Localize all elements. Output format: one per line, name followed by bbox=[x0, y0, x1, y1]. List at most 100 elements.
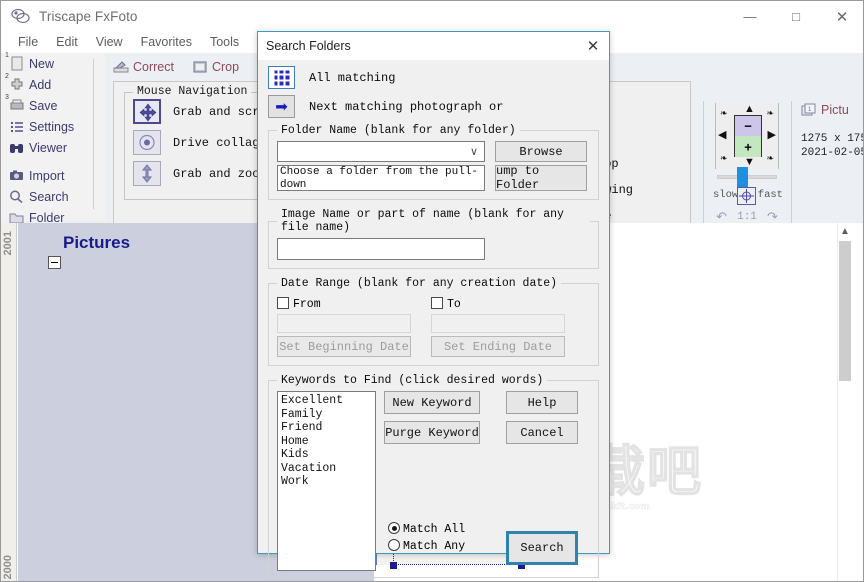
title-bar: Triscape FxFoto — □ ✕ bbox=[1, 1, 863, 32]
sidebar-item-viewer[interactable]: Viewer bbox=[1, 137, 105, 158]
picture-panel-label: Pictu bbox=[821, 103, 849, 117]
speed-slow-label: slow bbox=[713, 189, 739, 201]
window-controls: — □ ✕ bbox=[727, 1, 863, 32]
sidebar-item-save[interactable]: 3 Save bbox=[1, 94, 105, 116]
search-button[interactable]: Search bbox=[506, 531, 578, 565]
match-all-radio[interactable] bbox=[388, 522, 400, 534]
grid-icon[interactable] bbox=[268, 66, 295, 89]
keyword-item[interactable]: Friend bbox=[281, 421, 372, 435]
one-to-one-icon[interactable]: 1:1 bbox=[737, 211, 757, 223]
year-ruler: 2001 2000 bbox=[1, 223, 17, 581]
dialog-title-bar: Search Folders ✕ bbox=[258, 32, 609, 60]
keywords-help-button[interactable]: Help bbox=[506, 391, 578, 414]
browse-button[interactable]: Browse bbox=[495, 141, 587, 162]
close-button[interactable]: ✕ bbox=[819, 1, 863, 32]
plus-icon: 2 bbox=[5, 73, 25, 92]
match-any-radio-row[interactable]: Match Any bbox=[388, 539, 465, 553]
sidebar-separator bbox=[93, 59, 94, 209]
sidebar-item-settings[interactable]: Settings bbox=[1, 116, 105, 137]
arrow-up-left-icon[interactable]: ❧ bbox=[720, 109, 728, 118]
sidebar-label-viewer: Viewer bbox=[29, 140, 67, 155]
from-checkbox-row[interactable]: From bbox=[277, 297, 321, 311]
arrow-right-icon[interactable]: ▶ bbox=[768, 130, 776, 141]
keyword-item[interactable]: Excellent bbox=[281, 394, 372, 408]
menu-edit[interactable]: Edit bbox=[47, 32, 87, 53]
arrow-down-right-icon[interactable]: ❧ bbox=[766, 154, 774, 163]
sidebar-label-save: Save bbox=[29, 98, 58, 113]
new-keyword-button[interactable]: New Keyword bbox=[384, 391, 480, 414]
jump-to-folder-button[interactable]: ump to Folder bbox=[495, 164, 587, 192]
shortcut-number: 2 bbox=[5, 73, 9, 80]
set-ending-date-button[interactable]: Set Ending Date bbox=[431, 336, 565, 357]
to-label: To bbox=[447, 298, 461, 311]
sidebar-item-search[interactable]: Search bbox=[1, 186, 105, 207]
match-all-radio-row[interactable]: Match All bbox=[388, 522, 465, 536]
maximize-button[interactable]: □ bbox=[773, 1, 819, 32]
keyword-item[interactable]: Kids bbox=[281, 448, 372, 462]
date-range-legend: Date Range (blank for any creation date) bbox=[281, 277, 558, 290]
sidebar-item-new[interactable]: 1 New bbox=[1, 52, 105, 74]
speed-slider-knob[interactable] bbox=[737, 167, 748, 187]
toolbar-crop-button[interactable]: Crop bbox=[192, 60, 239, 74]
folder-name-legend: Folder Name (blank for any folder) bbox=[281, 124, 516, 137]
keyword-item[interactable]: Vacation bbox=[281, 462, 372, 476]
toolbar-correct-button[interactable]: Correct bbox=[113, 60, 174, 74]
arrow-up-right-icon[interactable]: ❧ bbox=[766, 109, 774, 118]
sidebar-label-add: Add bbox=[29, 77, 52, 92]
to-checkbox[interactable] bbox=[431, 297, 443, 309]
sidebar-item-import[interactable]: Import bbox=[1, 165, 105, 186]
shortcut-number: 1 bbox=[5, 52, 9, 59]
folder-hint-box: Choose a folder from the pull-down menu bbox=[277, 165, 485, 191]
drive-collage-icon[interactable] bbox=[133, 130, 161, 155]
dialog-close-button[interactable]: ✕ bbox=[577, 32, 609, 60]
cancel-button[interactable]: Cancel bbox=[506, 421, 578, 444]
search-folders-dialog: Search Folders ✕ All matching ➡ Next mat… bbox=[257, 31, 610, 578]
menu-view[interactable]: View bbox=[87, 32, 132, 53]
zoom-out-button[interactable]: − bbox=[735, 116, 761, 136]
match-any-label: Match Any bbox=[403, 540, 466, 553]
zoom-in-label: + bbox=[744, 139, 752, 154]
menu-tools[interactable]: Tools bbox=[201, 32, 248, 53]
vertical-scrollbar[interactable]: ▲ ▼ bbox=[837, 223, 851, 581]
arrow-left-icon[interactable]: ◀ bbox=[718, 130, 726, 141]
match-any-radio[interactable] bbox=[388, 539, 400, 551]
from-date-input[interactable] bbox=[277, 314, 411, 333]
date-range-section: Date Range (blank for any creation date)… bbox=[268, 277, 599, 366]
menu-file[interactable]: File bbox=[9, 32, 47, 53]
keyword-item[interactable]: Home bbox=[281, 435, 372, 449]
arrow-down-left-icon[interactable]: ❧ bbox=[720, 154, 728, 163]
chevron-down-icon[interactable]: ∨ bbox=[470, 145, 478, 158]
scroll-up-icon[interactable]: ▲ bbox=[838, 223, 851, 239]
option-all-matching[interactable]: All matching bbox=[268, 66, 599, 89]
arrow-up-icon[interactable]: ▲ bbox=[744, 104, 755, 115]
correct-icon bbox=[113, 60, 129, 74]
keywords-list[interactable]: Excellent Family Friend Home Kids Vacati… bbox=[277, 391, 376, 571]
from-checkbox[interactable] bbox=[277, 297, 289, 309]
zoom-in-button[interactable]: + bbox=[735, 136, 761, 157]
picture-date: 2021-02-05 bbox=[801, 147, 864, 159]
folder-hint-line1: Choose a folder from the pull-down bbox=[280, 166, 479, 191]
center-view-button[interactable] bbox=[737, 187, 756, 205]
sidebar-item-add[interactable]: 2 Add bbox=[1, 73, 105, 95]
move-arrows-icon[interactable] bbox=[133, 99, 161, 124]
purge-keyword-button[interactable]: Purge Keyword bbox=[384, 421, 480, 444]
set-beginning-date-button[interactable]: Set Beginning Date bbox=[277, 336, 411, 357]
from-label: From bbox=[293, 298, 321, 311]
grab-zoom-icon[interactable] bbox=[133, 161, 161, 186]
vertical-scroll-thumb[interactable] bbox=[839, 241, 851, 381]
keyword-item[interactable]: Family bbox=[281, 408, 372, 422]
to-date-input[interactable] bbox=[431, 314, 565, 333]
collapse-toggle-icon[interactable] bbox=[48, 256, 61, 269]
minimize-button[interactable]: — bbox=[727, 1, 773, 32]
toolbar-crop-label: Crop bbox=[211, 60, 240, 74]
image-name-input[interactable] bbox=[277, 238, 485, 260]
keyword-item[interactable]: Work bbox=[281, 475, 372, 489]
option-next-matching[interactable]: ➡ Next matching photograph or bbox=[268, 95, 599, 118]
to-checkbox-row[interactable]: To bbox=[431, 297, 461, 311]
right-arrow-icon[interactable]: ➡ bbox=[268, 95, 295, 118]
menu-favorites[interactable]: Favorites bbox=[132, 32, 201, 53]
dialog-title: Search Folders bbox=[266, 39, 351, 53]
folder-name-combo[interactable]: ∨ bbox=[277, 141, 485, 162]
match-radio-group: Match All Match Any bbox=[388, 522, 465, 553]
picture-panel-title: 1 Pictu bbox=[801, 103, 863, 117]
